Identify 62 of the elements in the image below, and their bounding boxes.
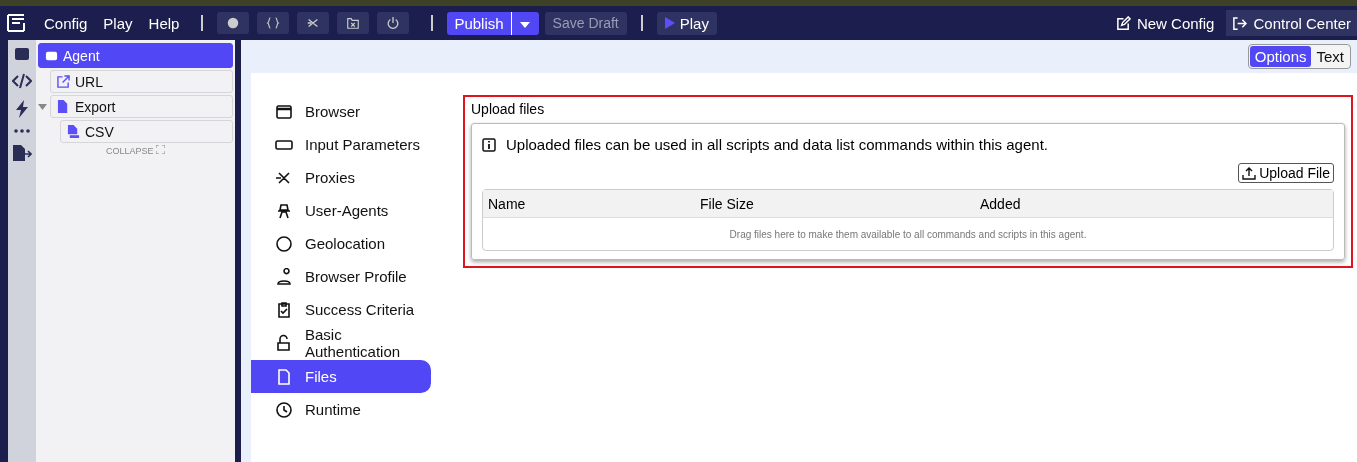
logout-icon [1232,15,1248,31]
info-text: Uploaded files can be used in all scripts and data list commands within this agent. [506,136,1048,153]
external-link-icon [57,75,70,88]
settings-nav-item[interactable]: User-Agents [251,194,431,227]
toolbar-button[interactable] [337,12,370,34]
toolbar-button[interactable] [377,12,410,34]
clipboard-icon [275,300,293,319]
more-icon[interactable] [14,129,30,133]
code-icon[interactable] [12,73,32,89]
empty-message: Drag files here to make them available to all commands and scripts in this agent. [729,228,1087,240]
menu-item[interactable]: Play [103,14,133,32]
edit-icon [1115,15,1131,31]
clock-icon [275,400,293,419]
expand-icon [156,145,165,154]
settings-nav-item[interactable]: Browser [251,95,431,128]
play-icon [664,17,675,29]
caret-icon [520,21,531,28]
menu-item[interactable]: Config [44,14,88,32]
settings-nav-item[interactable]: Success Criteria [251,293,431,326]
tree-node[interactable]: Agent [38,43,233,68]
file-icon [275,367,293,386]
csv-file-icon [67,125,80,138]
column-header: Added [979,195,1021,212]
settings-nav-item[interactable]: Proxies [251,161,431,194]
section-title: Upload files [471,101,546,117]
lightning-icon[interactable] [15,100,29,118]
power-icon [386,16,401,30]
view-tab[interactable]: Options [1249,46,1312,67]
toolbar-button[interactable] [217,12,250,34]
tree-node[interactable]: CSV [60,120,233,143]
lock-icon [275,334,293,352]
file-export-icon[interactable] [12,144,32,162]
settings-nav-item[interactable]: Runtime [251,393,431,426]
settings-nav-item[interactable]: Basic Authentication [251,326,431,360]
view-tab[interactable]: Text [1311,46,1349,67]
caret-icon[interactable] [38,103,47,110]
file-export-icon [57,100,70,113]
folder-icon [346,16,361,30]
publish-button[interactable]: Publish [447,11,512,35]
play-button[interactable]: Play [656,11,717,35]
settings-nav-item[interactable]: Browser Profile [251,260,431,293]
tree-node[interactable]: URL [50,70,233,93]
tree-node[interactable]: Export [50,95,233,118]
braces-icon [266,16,281,30]
upload-button[interactable]: Upload File [1238,163,1334,183]
settings-nav-item[interactable]: Files [251,360,431,393]
nav-button[interactable]: New Config [1109,10,1221,36]
upload-icon [1242,166,1257,180]
window-icon[interactable] [14,46,30,62]
logo [6,13,26,33]
column-header: File Size [699,195,755,212]
nav-button[interactable]: Control Center [1226,10,1357,36]
publish-dropdown[interactable] [511,11,539,35]
column-header: Name [487,195,527,212]
menu-item[interactable]: Help [148,14,180,32]
info-icon [482,137,496,152]
settings-nav-item[interactable]: Geolocation [251,227,431,260]
toolbar-button[interactable] [297,12,330,34]
settings-nav-item[interactable]: Input Parameters [251,128,431,161]
person-icon [275,267,293,286]
window-icon [275,102,293,121]
toolbar-button[interactable] [257,12,290,34]
